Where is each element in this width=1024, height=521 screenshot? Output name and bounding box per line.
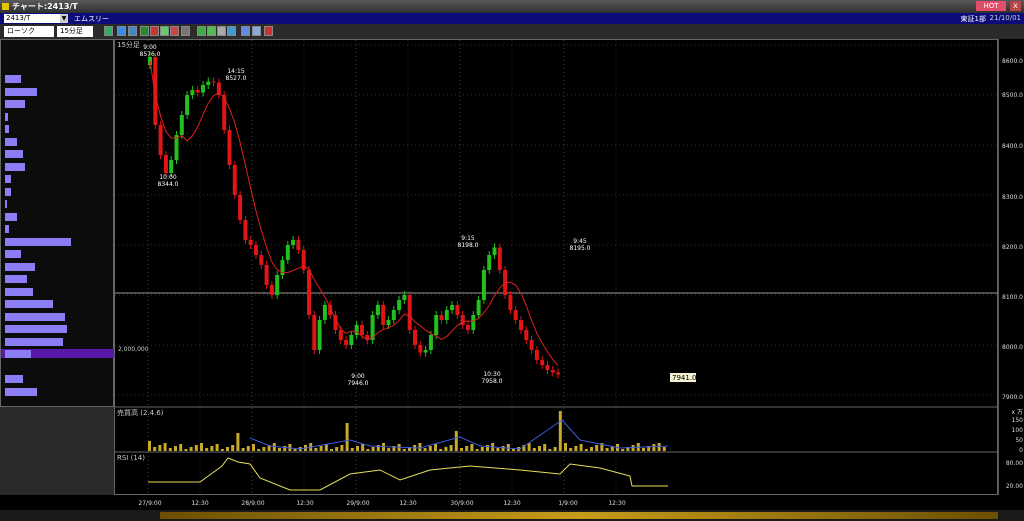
volume-profile-bar — [5, 375, 23, 383]
price-tick: 8000.0 — [1002, 344, 1023, 351]
price-tick: 7900.0 — [1002, 394, 1023, 401]
volume-profile-bar — [5, 112, 8, 121]
x-axis-label: 28/9:00 — [241, 500, 264, 507]
scroll-thumb[interactable] — [160, 512, 998, 519]
price-tick: 8200.0 — [1002, 244, 1023, 251]
x-axis-label: 12:30 — [608, 500, 625, 507]
volume-profile-bar — [5, 150, 23, 158]
chevron-down-icon[interactable]: ▼ — [60, 14, 68, 23]
volume-tick: 50 — [1015, 437, 1023, 444]
volume-profile-bar — [5, 175, 11, 183]
x-axis-label: 12:30 — [399, 500, 416, 507]
volume-profile-bar — [5, 87, 37, 96]
x-axis-label: 27/9:00 — [138, 500, 161, 507]
title-bar: チャート:2413/T HOT x — [0, 0, 1024, 13]
volume-profile-bar — [5, 337, 63, 346]
x-axis-label: 1/9:00 — [558, 500, 577, 507]
volume-profile-bar — [5, 162, 25, 171]
price-axis: 8600.0 8500.0 8400.0 8300.0 8200.0 8100.… — [998, 39, 1024, 495]
price-tick: 8600.0 — [1002, 58, 1023, 65]
volume-profile-bar — [5, 262, 35, 271]
left-lower-panel — [0, 407, 114, 495]
settings-icon[interactable] — [241, 26, 250, 36]
rsi-tick: 20.00 — [1005, 483, 1023, 490]
price-tick: 8300.0 — [1002, 194, 1023, 201]
volume-tick: 150 — [1011, 417, 1023, 424]
volume-profile-bar — [5, 387, 37, 396]
volume-profile-bar — [5, 75, 21, 83]
volume-profile-bar — [5, 325, 67, 333]
x-axis-label: 12:30 — [191, 500, 208, 507]
candle-tool-icon[interactable] — [140, 26, 149, 36]
fib-icon[interactable] — [207, 26, 216, 36]
interval-value: 15分足 — [60, 27, 83, 35]
price-tick: 8100.0 — [1002, 294, 1023, 301]
trendline-icon[interactable] — [197, 26, 206, 36]
chart-area[interactable] — [114, 39, 998, 495]
symbol-code: 2413/T — [6, 14, 31, 22]
volume-profile-bar — [5, 212, 17, 221]
volume-profile-bar — [5, 200, 7, 208]
volume-tick: 0 — [1019, 447, 1023, 454]
price-tick: 8400.0 — [1002, 143, 1023, 150]
symbol-name: エムスリー — [74, 15, 109, 23]
volume-profile-bar — [5, 237, 71, 246]
volume-profile-bar — [5, 312, 65, 321]
volume-profile-panel — [0, 39, 115, 407]
refresh-icon[interactable] — [252, 26, 261, 36]
symbol-bar: 2413/T ▼ エムスリー 東証1部 21/10/01 — [0, 13, 1024, 24]
crosshair-tool-icon[interactable] — [104, 26, 113, 36]
overlay-icon[interactable] — [160, 26, 169, 36]
volume-profile-bar — [5, 300, 53, 308]
volume-profile-bar — [5, 100, 25, 108]
rsi-tick: 80.00 — [1005, 460, 1023, 467]
volume-tick: x 万 — [1011, 409, 1023, 416]
indicator-icon[interactable] — [150, 26, 159, 36]
volume-profile-bar — [5, 250, 21, 258]
all-icon[interactable] — [264, 26, 273, 36]
zoom-icon[interactable] — [117, 26, 126, 36]
compare-icon[interactable] — [170, 26, 179, 36]
volume-profile-bar — [5, 125, 9, 133]
volume-tick: 100 — [1011, 427, 1023, 434]
exchange-label: 東証1部 — [960, 15, 986, 23]
price-tick: 8500.0 — [1002, 92, 1023, 99]
window-title: チャート:2413/T — [12, 2, 78, 11]
time-scrollbar[interactable] — [0, 510, 1024, 521]
chart-type-value: ローソク — [7, 27, 35, 35]
x-axis-label: 30/9:00 — [450, 500, 473, 507]
x-axis-label: 12:30 — [503, 500, 520, 507]
hot-badge[interactable]: HOT — [976, 1, 1006, 11]
volume-profile-bar — [5, 225, 9, 233]
interval-select[interactable]: 15分足 — [57, 26, 93, 37]
text-tool-icon[interactable] — [217, 26, 226, 36]
x-axis-label: 12:30 — [296, 500, 313, 507]
volume-profile-bar — [5, 187, 11, 196]
volume-profile-bar — [5, 350, 31, 358]
date-label: 21/10/01 — [989, 14, 1021, 22]
app-icon — [2, 3, 9, 10]
volume-profile-bar — [5, 137, 17, 146]
zoom-out-icon[interactable] — [128, 26, 137, 36]
chart-type-select[interactable]: ローソク — [4, 26, 54, 37]
toolbar: ローソク 15分足 — [0, 24, 1024, 39]
symbol-input[interactable]: 2413/T ▼ — [4, 14, 68, 23]
volume-profile-bar — [5, 287, 33, 296]
volume-profile-bar — [5, 275, 27, 283]
close-button[interactable]: x — [1010, 1, 1021, 11]
x-axis-label: 29/9:00 — [346, 500, 369, 507]
eraser-icon[interactable] — [227, 26, 236, 36]
grid-icon[interactable] — [181, 26, 190, 36]
